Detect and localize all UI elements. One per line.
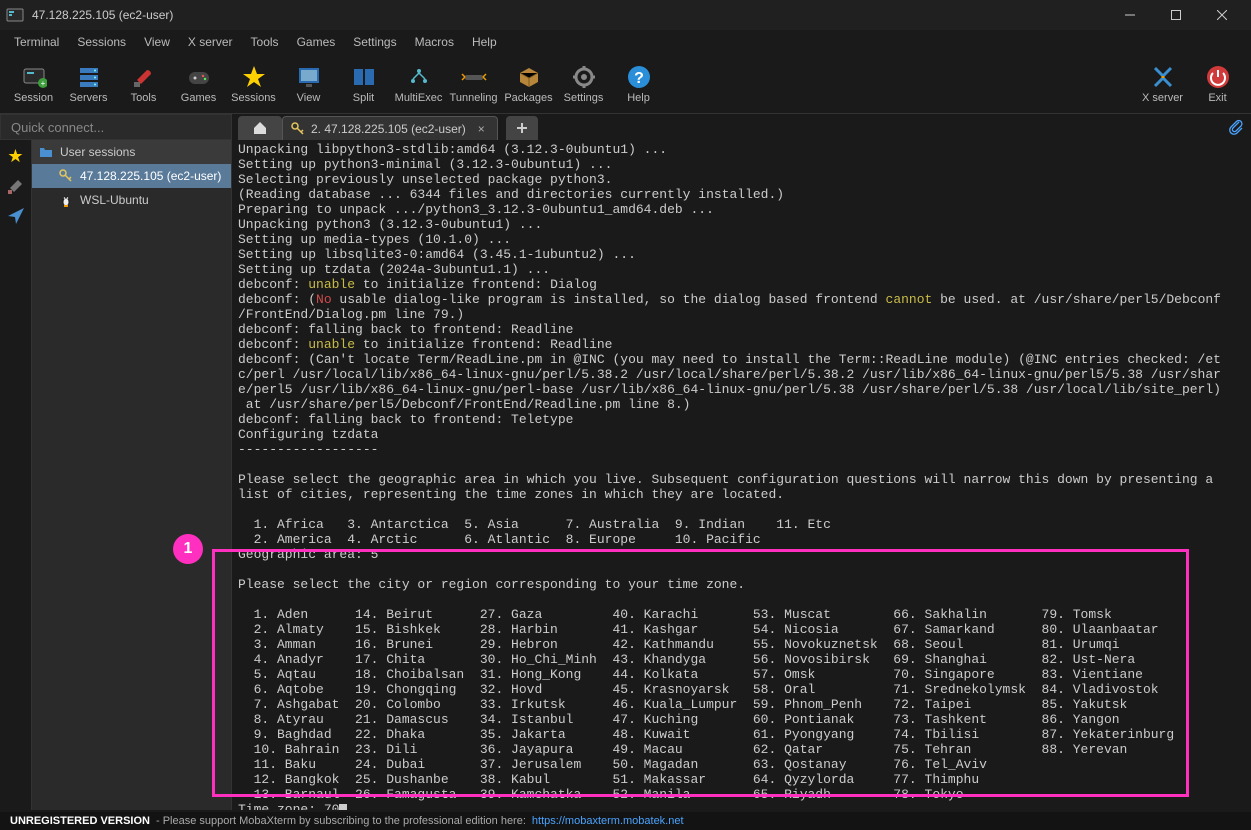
statusbar: UNREGISTERED VERSION - Please support Mo… xyxy=(0,812,1251,830)
tab-add-button[interactable] xyxy=(506,116,538,140)
toolbar-ribbon: + Session Servers Tools Games Sessions View Spl… xyxy=(0,54,1251,114)
settings-icon xyxy=(571,64,597,90)
menu-view[interactable]: View xyxy=(136,32,178,52)
status-link[interactable]: https://mobaxterm.mobatek.net xyxy=(532,815,684,827)
games-icon xyxy=(186,64,212,90)
sessions-sidebar: User sessions 47.128.225.105 (ec2-user) W… xyxy=(32,140,232,810)
callout-region xyxy=(212,549,1189,797)
sessions-icon xyxy=(241,64,267,90)
tree-item-0[interactable]: 47.128.225.105 (ec2-user) xyxy=(32,164,231,188)
callout-badge: 1 xyxy=(173,534,203,564)
tool-help-label: Help xyxy=(627,92,650,104)
tool-split-label: Split xyxy=(353,92,374,104)
tree-item-label: WSL-Ubuntu xyxy=(80,193,149,207)
split-icon xyxy=(351,64,377,90)
favorites-icon[interactable]: ★ xyxy=(4,144,28,168)
tool-games[interactable]: Games xyxy=(171,62,226,106)
menu-sessions[interactable]: Sessions xyxy=(69,32,134,52)
tool-xserver-label: X server xyxy=(1142,92,1183,104)
multiexec-icon xyxy=(406,64,432,90)
left-strip: ★ xyxy=(0,140,32,810)
tree-item-label: 47.128.225.105 (ec2-user) xyxy=(80,169,221,183)
tool-settings-label: Settings xyxy=(564,92,604,104)
tool-split[interactable]: Split xyxy=(336,62,391,106)
menubar: TerminalSessionsViewX serverToolsGamesSe… xyxy=(0,30,1251,54)
tab-session-label: 2. 47.128.225.105 (ec2-user) xyxy=(311,122,466,136)
tool-xserver[interactable]: X server xyxy=(1135,62,1190,106)
app-icon xyxy=(6,6,24,24)
servers-icon xyxy=(76,64,102,90)
tool-view-label: View xyxy=(297,92,321,104)
tool-tools-label: Tools xyxy=(131,92,157,104)
titlebar: 47.128.225.105 (ec2-user) xyxy=(0,0,1251,30)
home-icon xyxy=(252,120,268,136)
view-icon xyxy=(296,64,322,90)
menu-games[interactable]: Games xyxy=(289,32,344,52)
menu-terminal[interactable]: Terminal xyxy=(6,32,67,52)
tabbar: Quick connect... 2. 47.128.225.105 (ec2-… xyxy=(0,114,1251,140)
tool-view[interactable]: View xyxy=(281,62,336,106)
tree-root-user-sessions[interactable]: User sessions xyxy=(32,140,231,164)
help-icon: ? xyxy=(626,64,652,90)
penguin-icon xyxy=(58,192,74,208)
plus-icon xyxy=(516,122,528,134)
tab-close-icon[interactable]: × xyxy=(478,122,485,136)
key-icon xyxy=(58,168,74,184)
tunneling-icon xyxy=(461,64,487,90)
tool-packages[interactable]: Packages xyxy=(501,62,556,106)
tool-sessions-label: Sessions xyxy=(231,92,276,104)
tool-sessions[interactable]: Sessions xyxy=(226,62,281,106)
packages-icon xyxy=(516,64,542,90)
tool-tools[interactable]: Tools xyxy=(116,62,171,106)
status-message: - Please support MobaXterm by subscribin… xyxy=(156,815,526,827)
menu-settings[interactable]: Settings xyxy=(345,32,404,52)
close-button[interactable] xyxy=(1199,0,1245,30)
tool-help[interactable]: ? Help xyxy=(611,62,666,106)
menu-help[interactable]: Help xyxy=(464,32,505,52)
session-icon: + xyxy=(21,64,47,90)
tool-servers-label: Servers xyxy=(70,92,108,104)
tool-packages-label: Packages xyxy=(504,92,552,104)
tab-home[interactable] xyxy=(238,116,282,140)
tool-session[interactable]: + Session xyxy=(6,62,61,106)
status-unregistered: UNREGISTERED VERSION xyxy=(10,815,150,827)
tools-strip-icon[interactable] xyxy=(4,174,28,198)
menu-x-server[interactable]: X server xyxy=(180,32,241,52)
xserver-icon xyxy=(1150,64,1176,90)
tool-multiexec[interactable]: MultiExec xyxy=(391,62,446,106)
tab-session-current[interactable]: 2. 47.128.225.105 (ec2-user) × xyxy=(282,116,498,140)
tool-session-label: Session xyxy=(14,92,53,104)
tool-exit[interactable]: Exit xyxy=(1190,62,1245,106)
tool-exit-label: Exit xyxy=(1208,92,1226,104)
window-title: 47.128.225.105 (ec2-user) xyxy=(32,8,1107,22)
exit-icon xyxy=(1205,64,1231,90)
tree-item-1[interactable]: WSL-Ubuntu xyxy=(32,188,231,212)
tool-servers[interactable]: Servers xyxy=(61,62,116,106)
tree-root-label: User sessions xyxy=(60,145,135,159)
maximize-button[interactable] xyxy=(1153,0,1199,30)
tool-settings[interactable]: Settings xyxy=(556,62,611,106)
svg-text:?: ? xyxy=(634,70,644,87)
svg-text:+: + xyxy=(40,79,45,88)
tool-tunneling[interactable]: Tunneling xyxy=(446,62,501,106)
tool-tunneling-label: Tunneling xyxy=(450,92,498,104)
folder-icon xyxy=(38,144,54,160)
send-strip-icon[interactable] xyxy=(4,204,28,228)
key-icon xyxy=(291,122,305,136)
quick-connect-input[interactable]: Quick connect... xyxy=(0,114,232,140)
tools-icon xyxy=(131,64,157,90)
menu-macros[interactable]: Macros xyxy=(407,32,462,52)
tool-multiexec-label: MultiExec xyxy=(395,92,443,104)
minimize-button[interactable] xyxy=(1107,0,1153,30)
paperclip-icon[interactable] xyxy=(1221,114,1251,140)
tool-games-label: Games xyxy=(181,92,216,104)
menu-tools[interactable]: Tools xyxy=(243,32,287,52)
